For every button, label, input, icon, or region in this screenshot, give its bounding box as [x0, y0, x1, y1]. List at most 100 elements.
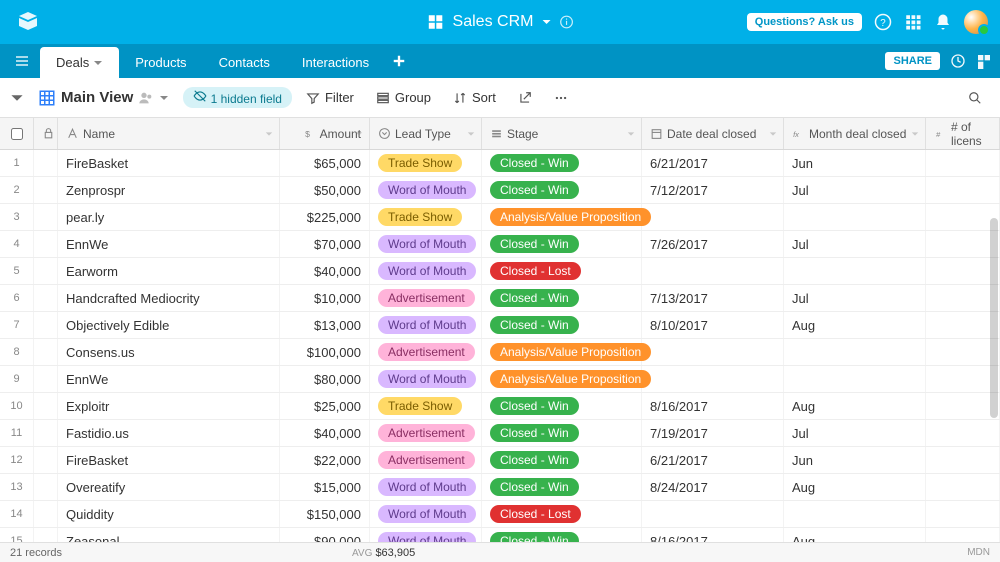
cell-licenses[interactable]	[926, 312, 1000, 338]
cell-licenses[interactable]	[926, 474, 1000, 500]
table-row[interactable]: 15Zeasonal$90,000Word of MouthClosed - W…	[0, 528, 1000, 542]
cell-month-closed[interactable]: Jul	[784, 420, 926, 446]
table-row[interactable]: 10Exploitr$25,000Trade ShowClosed - Win8…	[0, 393, 1000, 420]
cell-amount[interactable]: $50,000	[280, 177, 370, 203]
cell-name[interactable]: FireBasket	[58, 150, 280, 176]
cell-date-closed[interactable]: 8/24/2017	[642, 474, 784, 500]
cell-month-closed[interactable]	[784, 258, 926, 284]
table-row[interactable]: 9EnnWe$80,000Word of MouthAnalysis/Value…	[0, 366, 1000, 393]
col-header-lead[interactable]: Lead Type	[370, 118, 482, 149]
row-expand[interactable]	[34, 258, 58, 284]
cell-name[interactable]: pear.ly	[58, 204, 280, 230]
cell-name[interactable]: Zeasonal	[58, 528, 280, 542]
cell-date-closed[interactable]: 7/26/2017	[642, 231, 784, 257]
cell-month-closed[interactable]	[784, 366, 926, 392]
cell-licenses[interactable]	[926, 528, 1000, 542]
cell-stage[interactable]: Closed - Win	[482, 474, 642, 500]
table-row[interactable]: 5Earworm$40,000Word of MouthClosed - Los…	[0, 258, 1000, 285]
cell-name[interactable]: Earworm	[58, 258, 280, 284]
cell-stage[interactable]: Closed - Win	[482, 150, 642, 176]
cell-amount[interactable]: $225,000	[280, 204, 370, 230]
cell-month-closed[interactable]: Jul	[784, 285, 926, 311]
cell-licenses[interactable]	[926, 447, 1000, 473]
cell-name[interactable]: Fastidio.us	[58, 420, 280, 446]
cell-name[interactable]: Overeatify	[58, 474, 280, 500]
cell-stage[interactable]: Closed - Win	[482, 420, 642, 446]
row-expand[interactable]	[34, 420, 58, 446]
cell-month-closed[interactable]	[784, 339, 926, 365]
cell-amount[interactable]: $15,000	[280, 474, 370, 500]
cell-licenses[interactable]	[926, 177, 1000, 203]
cell-amount[interactable]: $40,000	[280, 258, 370, 284]
cell-lead-type[interactable]: Advertisement	[370, 339, 482, 365]
cell-stage[interactable]: Closed - Win	[482, 528, 642, 542]
cell-month-closed[interactable]	[784, 501, 926, 527]
row-expand[interactable]	[34, 339, 58, 365]
cell-licenses[interactable]	[926, 258, 1000, 284]
cell-stage[interactable]: Closed - Win	[482, 285, 642, 311]
cell-name[interactable]: Zenprospr	[58, 177, 280, 203]
cell-licenses[interactable]	[926, 501, 1000, 527]
sort-button[interactable]: Sort	[445, 85, 504, 110]
vertical-scrollbar[interactable]	[990, 218, 998, 418]
row-expand[interactable]	[34, 204, 58, 230]
cell-name[interactable]: Handcrafted Mediocrity	[58, 285, 280, 311]
cell-month-closed[interactable]: Aug	[784, 528, 926, 542]
group-button[interactable]: Group	[368, 85, 439, 110]
cell-amount[interactable]: $13,000	[280, 312, 370, 338]
cell-stage[interactable]: Analysis/Value Proposition	[482, 204, 642, 230]
cell-amount[interactable]: $22,000	[280, 447, 370, 473]
table-row[interactable]: 2Zenprospr$50,000Word of MouthClosed - W…	[0, 177, 1000, 204]
cell-month-closed[interactable]: Jul	[784, 231, 926, 257]
cell-licenses[interactable]	[926, 231, 1000, 257]
table-row[interactable]: 3pear.ly$225,000Trade ShowAnalysis/Value…	[0, 204, 1000, 231]
blocks-icon[interactable]	[976, 53, 992, 69]
cell-date-closed[interactable]	[642, 366, 784, 392]
row-expand[interactable]	[34, 447, 58, 473]
notifications-bell-icon[interactable]	[934, 13, 952, 31]
help-icon[interactable]: ?	[874, 13, 892, 31]
history-icon[interactable]	[950, 53, 966, 69]
cell-amount[interactable]: $150,000	[280, 501, 370, 527]
row-expand[interactable]	[34, 501, 58, 527]
cell-stage[interactable]: Closed - Win	[482, 231, 642, 257]
cell-stage[interactable]: Analysis/Value Proposition	[482, 339, 642, 365]
cell-lead-type[interactable]: Word of Mouth	[370, 528, 482, 542]
cell-name[interactable]: EnnWe	[58, 231, 280, 257]
table-row[interactable]: 4EnnWe$70,000Word of MouthClosed - Win7/…	[0, 231, 1000, 258]
table-row[interactable]: 1FireBasket$65,000Trade ShowClosed - Win…	[0, 150, 1000, 177]
row-expand[interactable]	[34, 393, 58, 419]
cell-lead-type[interactable]: Advertisement	[370, 420, 482, 446]
cell-lead-type[interactable]: Word of Mouth	[370, 177, 482, 203]
col-header-month[interactable]: fxMonth deal closed	[784, 118, 926, 149]
cell-amount[interactable]: $10,000	[280, 285, 370, 311]
view-switcher[interactable]: Main View	[30, 84, 177, 112]
cell-licenses[interactable]	[926, 150, 1000, 176]
cell-date-closed[interactable]	[642, 339, 784, 365]
cell-name[interactable]: Exploitr	[58, 393, 280, 419]
share-button[interactable]: SHARE	[885, 52, 940, 70]
cell-stage[interactable]: Closed - Win	[482, 177, 642, 203]
cell-stage[interactable]: Closed - Win	[482, 312, 642, 338]
table-row[interactable]: 8Consens.us$100,000AdvertisementAnalysis…	[0, 339, 1000, 366]
select-all-checkbox[interactable]	[11, 128, 23, 140]
table-row[interactable]: 11Fastidio.us$40,000AdvertisementClosed …	[0, 420, 1000, 447]
row-expand[interactable]	[34, 150, 58, 176]
cell-licenses[interactable]	[926, 204, 1000, 230]
search-button[interactable]	[960, 86, 990, 110]
table-row[interactable]: 14Quiddity$150,000Word of MouthClosed - …	[0, 501, 1000, 528]
col-header-name[interactable]: Name	[58, 118, 280, 149]
cell-lead-type[interactable]: Word of Mouth	[370, 231, 482, 257]
cell-amount[interactable]: $65,000	[280, 150, 370, 176]
table-row[interactable]: 7Objectively Edible$13,000Word of MouthC…	[0, 312, 1000, 339]
base-title-area[interactable]: Sales CRM	[427, 13, 574, 31]
cell-month-closed[interactable]: Aug	[784, 312, 926, 338]
cell-date-closed[interactable]	[642, 501, 784, 527]
cell-date-closed[interactable]: 6/21/2017	[642, 150, 784, 176]
add-table-button[interactable]	[385, 54, 413, 68]
cell-date-closed[interactable]	[642, 204, 784, 230]
cell-amount[interactable]: $25,000	[280, 393, 370, 419]
cell-date-closed[interactable]: 8/16/2017	[642, 528, 784, 542]
row-expand[interactable]	[34, 366, 58, 392]
user-avatar[interactable]	[964, 10, 988, 34]
